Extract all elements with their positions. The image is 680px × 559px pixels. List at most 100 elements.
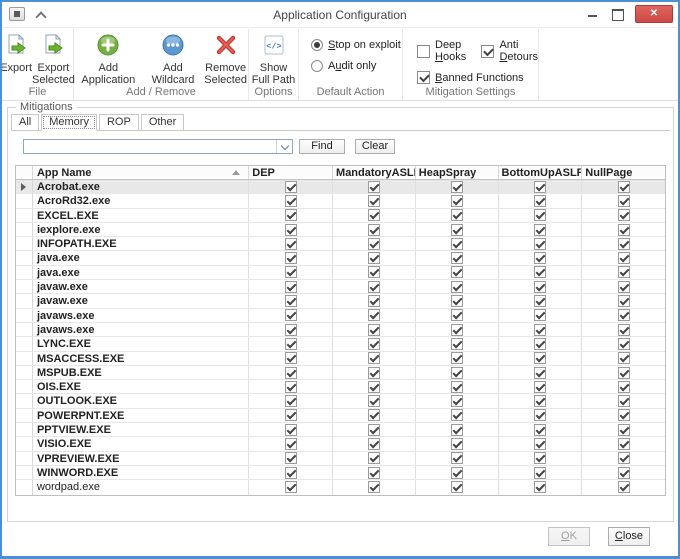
dep-cell[interactable] (249, 237, 333, 250)
heapspray-cell[interactable] (416, 394, 499, 407)
checkbox-icon[interactable] (285, 424, 297, 436)
heapspray-cell[interactable] (416, 280, 499, 293)
nullpage-cell[interactable] (582, 280, 665, 293)
mandatoryaslr-cell[interactable] (333, 394, 416, 407)
mandatoryaslr-cell[interactable] (333, 266, 416, 279)
checkbox-icon[interactable] (451, 281, 463, 293)
heapspray-cell[interactable] (416, 194, 499, 207)
heapspray-cell[interactable] (416, 409, 499, 422)
checkbox-icon[interactable] (368, 352, 380, 364)
checkbox-icon[interactable] (618, 295, 630, 307)
bottomupaslr-cell[interactable] (499, 366, 583, 379)
nullpage-cell[interactable] (582, 466, 665, 479)
checkbox-icon[interactable] (368, 395, 380, 407)
checkbox-icon[interactable] (618, 195, 630, 207)
bottomupaslr-cell[interactable] (499, 423, 583, 436)
app-name-cell[interactable]: PPTVIEW.EXE (33, 423, 249, 436)
app-name-cell[interactable]: javaws.exe (33, 323, 249, 336)
bottomupaslr-cell[interactable] (499, 209, 583, 222)
table-row[interactable]: INFOPATH.EXE (16, 237, 665, 251)
dep-cell[interactable] (249, 423, 333, 436)
checkbox-icon[interactable] (451, 352, 463, 364)
checkbox-icon[interactable] (368, 295, 380, 307)
checkbox-icon[interactable] (451, 238, 463, 250)
checkbox-icon[interactable] (451, 452, 463, 464)
dep-cell[interactable] (249, 480, 333, 494)
checkbox-icon[interactable] (618, 209, 630, 221)
deep-hooks-checkbox[interactable]: Deep Hooks (417, 39, 469, 63)
checkbox-icon[interactable] (285, 309, 297, 321)
checkbox-icon[interactable] (368, 181, 380, 193)
bottomupaslr-cell[interactable] (499, 352, 583, 365)
bottomupaslr-cell[interactable] (499, 409, 583, 422)
checkbox-icon[interactable] (618, 338, 630, 350)
app-name-cell[interactable]: javaw.exe (33, 294, 249, 307)
checkbox-icon[interactable] (618, 309, 630, 321)
checkbox-icon[interactable] (534, 252, 546, 264)
checkbox-icon[interactable] (534, 324, 546, 336)
app-name-cell[interactable]: javaws.exe (33, 309, 249, 322)
app-name-cell[interactable]: VPREVIEW.EXE (33, 452, 249, 465)
checkbox-icon[interactable] (285, 338, 297, 350)
mandatoryaslr-cell[interactable] (333, 323, 416, 336)
heapspray-cell[interactable] (416, 480, 499, 494)
app-name-cell[interactable]: POWERPNT.EXE (33, 409, 249, 422)
checkbox-icon[interactable] (618, 367, 630, 379)
checkbox-icon[interactable] (451, 424, 463, 436)
nullpage-cell[interactable] (582, 251, 665, 264)
heapspray-cell[interactable] (416, 323, 499, 336)
checkbox-icon[interactable] (451, 438, 463, 450)
table-row[interactable]: PPTVIEW.EXE (16, 423, 665, 437)
remove-selected-button[interactable]: Remove Selected (203, 31, 248, 86)
mandatoryaslr-cell[interactable] (333, 294, 416, 307)
nullpage-cell[interactable] (582, 423, 665, 436)
tab-rop[interactable]: ROP (99, 114, 139, 130)
checkbox-icon[interactable] (285, 367, 297, 379)
export-selected-button[interactable]: Export Selected (32, 31, 75, 86)
dep-cell[interactable] (249, 223, 333, 236)
close-button[interactable]: Close (608, 527, 650, 546)
dep-cell[interactable] (249, 380, 333, 393)
heapspray-cell[interactable] (416, 380, 499, 393)
checkbox-icon[interactable] (534, 424, 546, 436)
dep-cell[interactable] (249, 194, 333, 207)
heapspray-cell[interactable] (416, 452, 499, 465)
ok-button[interactable]: OK (548, 527, 590, 546)
checkbox-icon[interactable] (534, 367, 546, 379)
minimize-icon[interactable] (584, 6, 602, 22)
table-row[interactable]: WINWORD.EXE (16, 466, 665, 480)
table-row[interactable]: OUTLOOK.EXE (16, 394, 665, 408)
nullpage-cell[interactable] (582, 480, 665, 494)
table-row[interactable]: javaws.exe (16, 309, 665, 323)
checkbox-icon[interactable] (285, 395, 297, 407)
bottomupaslr-cell[interactable] (499, 452, 583, 465)
mandatoryaslr-cell[interactable] (333, 209, 416, 222)
column-header-heapspray[interactable]: HeapSpray (416, 166, 499, 179)
dep-cell[interactable] (249, 209, 333, 222)
checkbox-icon[interactable] (534, 409, 546, 421)
nullpage-cell[interactable] (582, 309, 665, 322)
checkbox-icon[interactable] (368, 266, 380, 278)
table-row[interactable]: LYNC.EXE (16, 337, 665, 351)
checkbox-icon[interactable] (285, 195, 297, 207)
table-row[interactable]: javaws.exe (16, 323, 665, 337)
checkbox-icon[interactable] (534, 352, 546, 364)
bottomupaslr-cell[interactable] (499, 294, 583, 307)
nullpage-cell[interactable] (582, 380, 665, 393)
dep-cell[interactable] (249, 352, 333, 365)
table-row[interactable]: MSPUB.EXE (16, 366, 665, 380)
checkbox-icon[interactable] (368, 309, 380, 321)
checkbox-icon[interactable] (368, 452, 380, 464)
checkbox-icon[interactable] (534, 452, 546, 464)
heapspray-cell[interactable] (416, 437, 499, 450)
bottomupaslr-cell[interactable] (499, 237, 583, 250)
mandatoryaslr-cell[interactable] (333, 280, 416, 293)
dep-cell[interactable] (249, 323, 333, 336)
table-row[interactable]: VISIO.EXE (16, 437, 665, 451)
checkbox-icon[interactable] (618, 324, 630, 336)
close-icon[interactable]: ✕ (635, 5, 673, 23)
checkbox-icon[interactable] (451, 266, 463, 278)
mandatoryaslr-cell[interactable] (333, 223, 416, 236)
heapspray-cell[interactable] (416, 251, 499, 264)
app-name-cell[interactable]: OUTLOOK.EXE (33, 394, 249, 407)
